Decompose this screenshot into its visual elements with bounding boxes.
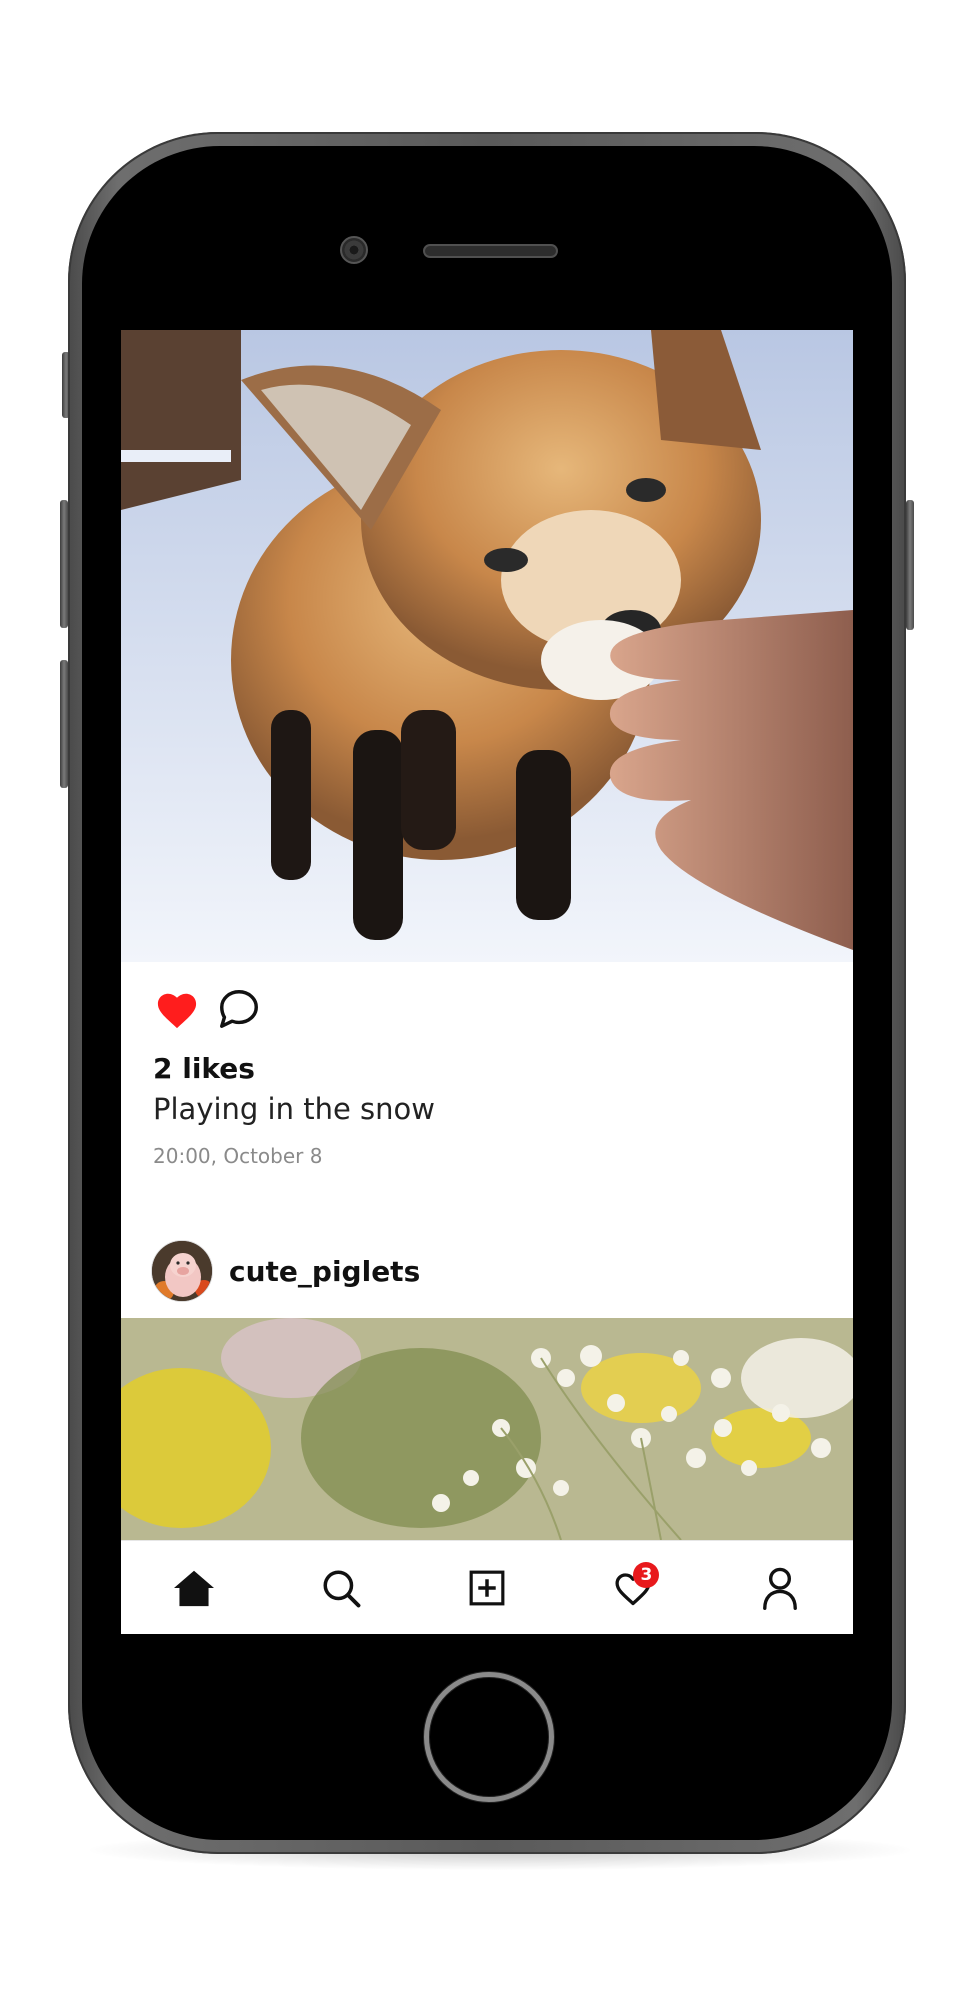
home-icon bbox=[174, 1570, 215, 1607]
comment-bubble-icon bbox=[220, 990, 258, 1028]
page: 2 likes Playing in the snow 20:00, Octob… bbox=[0, 0, 962, 1999]
post-caption: Playing in the snow bbox=[153, 1092, 435, 1126]
app-screen: 2 likes Playing in the snow 20:00, Octob… bbox=[121, 330, 853, 1634]
volume-up-button bbox=[60, 500, 68, 628]
avatar[interactable] bbox=[151, 1240, 213, 1302]
next-post-header: cute_piglets bbox=[151, 1238, 420, 1304]
flowers-image bbox=[121, 1318, 853, 1540]
search-icon bbox=[323, 1570, 361, 1608]
fox-in-snow-image bbox=[121, 330, 853, 962]
tab-profile[interactable] bbox=[752, 1560, 808, 1616]
comment-button[interactable] bbox=[215, 985, 263, 1033]
earpiece-speaker bbox=[423, 244, 558, 258]
post-photo[interactable] bbox=[121, 330, 853, 962]
device-home-button[interactable] bbox=[424, 1672, 554, 1802]
notification-badge: 3 bbox=[633, 1562, 660, 1588]
volume-down-button bbox=[60, 660, 68, 788]
power-button bbox=[906, 500, 914, 630]
bottom-tab-bar: 3 bbox=[121, 1540, 853, 1634]
piglet-avatar-image bbox=[152, 1241, 212, 1301]
tab-search[interactable] bbox=[313, 1560, 369, 1616]
likes-count[interactable]: 2 likes bbox=[153, 1052, 255, 1085]
post-actions bbox=[153, 984, 263, 1034]
post-timestamp: 20:00, October 8 bbox=[153, 1144, 323, 1168]
profile-icon bbox=[762, 1567, 797, 1610]
next-post-photo[interactable] bbox=[121, 1318, 853, 1540]
like-button[interactable] bbox=[153, 985, 201, 1033]
tab-home[interactable] bbox=[166, 1560, 222, 1616]
add-post-icon bbox=[469, 1570, 505, 1606]
tab-activity[interactable]: 3 bbox=[605, 1560, 661, 1616]
tab-new-post[interactable] bbox=[459, 1560, 515, 1616]
username[interactable]: cute_piglets bbox=[229, 1255, 420, 1288]
front-camera bbox=[340, 236, 368, 264]
heart-filled-icon bbox=[157, 993, 197, 1029]
